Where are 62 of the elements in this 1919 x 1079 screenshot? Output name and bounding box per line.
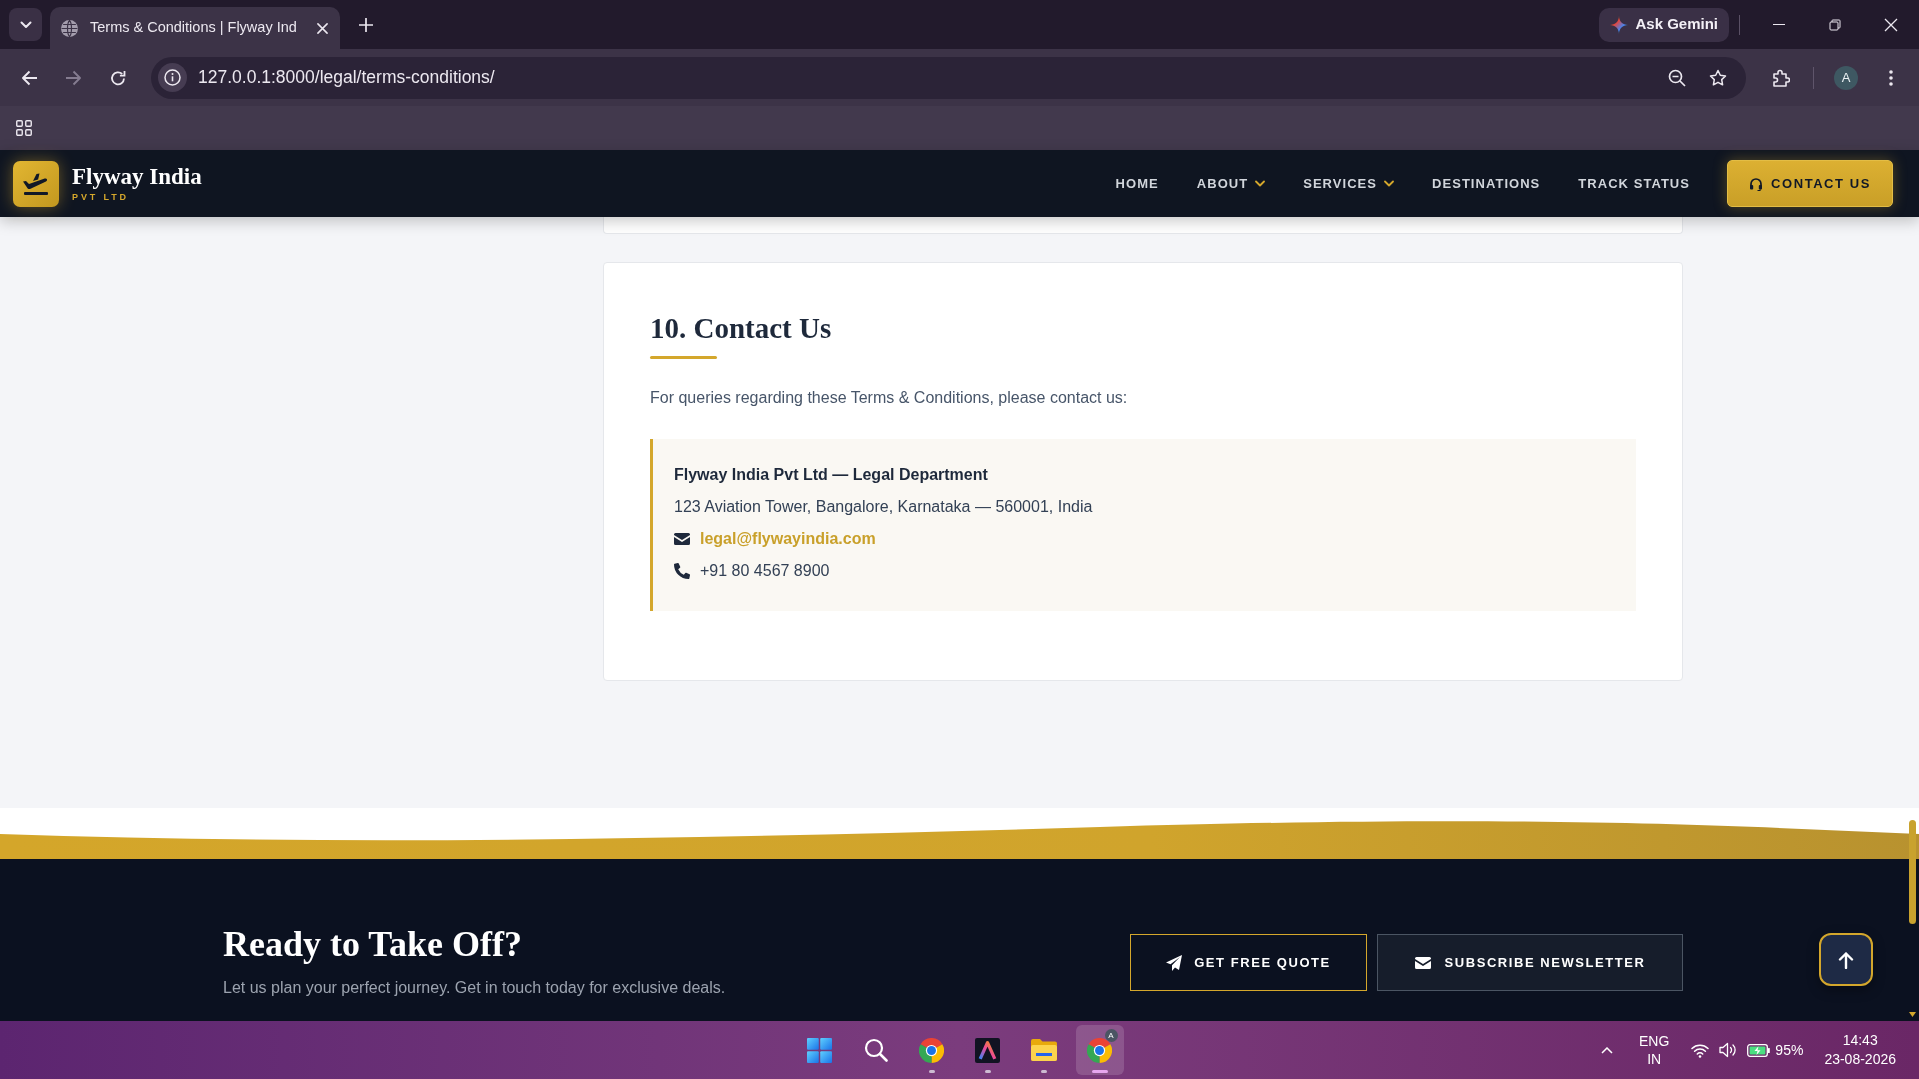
browser-icon[interactable] <box>919 1037 944 1063</box>
folder-icon[interactable] <box>1030 1039 1057 1061</box>
search-icon[interactable] <box>863 1038 888 1062</box>
nav-link[interactable]: SERVICES <box>1303 173 1395 194</box>
heading-underline <box>650 356 717 359</box>
restore-icon[interactable] <box>1829 18 1841 31</box>
cta-heading: Ready to Take Off? <box>223 923 523 966</box>
menu-icon[interactable] <box>1889 69 1893 86</box>
contact-us-button[interactable]: CONTACT US <box>1727 160 1893 207</box>
plus-icon[interactable] <box>359 17 373 32</box>
scrollbar-thumb[interactable] <box>1909 820 1916 924</box>
taskbar-button[interactable]: A <box>1075 1025 1124 1075</box>
scroll-to-top-button[interactable] <box>1819 933 1873 986</box>
up-arrow-icon <box>1838 950 1854 969</box>
star-icon[interactable] <box>1709 68 1727 87</box>
browser-tab[interactable]: Terms & Conditions | Flyway Ind <box>50 7 340 49</box>
phone-icon <box>674 563 690 579</box>
clock[interactable]: 14:43 23-08-2026 <box>1824 1031 1896 1069</box>
paper-plane-icon <box>1166 954 1183 971</box>
nav-link[interactable]: TRACK STATUS <box>1578 173 1690 194</box>
assistant-button[interactable]: Ask Gemini <box>1599 7 1729 42</box>
back-arrow-icon[interactable] <box>20 69 38 86</box>
scroll-down-arrow-icon[interactable] <box>1909 1012 1916 1017</box>
zoom-out-icon[interactable] <box>1668 68 1686 87</box>
reload-icon[interactable] <box>110 69 126 86</box>
nav-link[interactable]: DESTINATIONS <box>1432 173 1541 194</box>
subscribe-button[interactable]: SUBSCRIBE NEWSLETTER <box>1377 934 1683 991</box>
profile-avatar[interactable]: A <box>1834 65 1858 90</box>
start-icon[interactable] <box>807 1037 832 1063</box>
chevron-up-icon[interactable] <box>1601 1046 1613 1054</box>
wifi-icon[interactable] <box>1691 1042 1710 1058</box>
get-quote-button[interactable]: GET FREE QUOTE <box>1130 934 1367 991</box>
plane-logo-icon[interactable] <box>13 160 59 207</box>
brand-tagline: PVT LTD <box>72 192 130 202</box>
close-icon[interactable] <box>1884 17 1898 32</box>
battery-icon[interactable] <box>1747 1043 1771 1057</box>
battery-percentage: 95% <box>1775 1040 1804 1060</box>
intro-text: For queries regarding these Terms & Conditions, please contact us: <box>650 388 1128 408</box>
volume-icon[interactable] <box>1719 1042 1738 1058</box>
close-icon[interactable] <box>317 22 328 34</box>
brand-name: Flyway India <box>72 165 202 189</box>
address-text: 123 Aviation Tower, Bangalore, Karnataka — 560001, India <box>674 497 1093 517</box>
info-icon[interactable] <box>158 63 187 92</box>
chevron-down-icon <box>19 20 32 29</box>
headset-icon <box>1749 176 1764 191</box>
cta-subtitle: Let us plan your perfect journey. Get in touch today for exclusive deals. <box>223 978 726 998</box>
department-name: Flyway India Pvt Ltd — Legal Department <box>674 465 988 485</box>
phone-number: +91 80 4567 8900 <box>700 561 830 581</box>
browser-icon[interactable] <box>1087 1037 1112 1063</box>
language-indicator[interactable]: ENG IN <box>1639 1032 1670 1068</box>
nav-link[interactable]: ABOUT <box>1196 173 1266 194</box>
puzzle-icon[interactable] <box>1772 68 1790 87</box>
tab-list-button[interactable] <box>9 8 42 41</box>
profile-badge: A <box>1104 1029 1118 1042</box>
section-heading: 10. Contact Us <box>650 311 832 346</box>
arch-app-icon[interactable] <box>975 1037 1000 1063</box>
apps-grid-icon[interactable] <box>16 120 32 136</box>
envelope-icon <box>1414 956 1431 969</box>
address-bar[interactable]: 127.0.0.1:8000/legal/terms-conditions/ <box>151 56 1746 99</box>
nav-link[interactable]: HOME <box>1115 173 1159 194</box>
envelope-icon <box>674 533 690 545</box>
globe-icon <box>61 19 78 37</box>
